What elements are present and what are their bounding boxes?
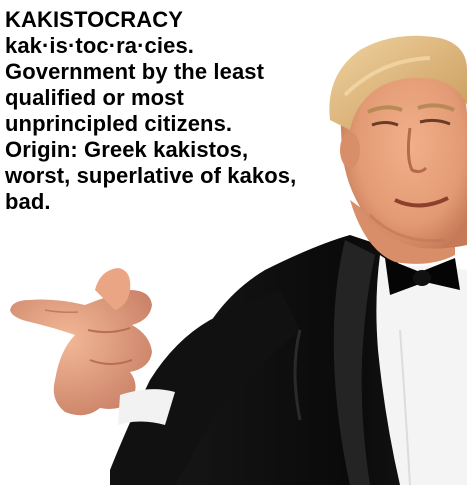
caption-syllabification: kak·is·toc·ra·cies.	[5, 33, 194, 58]
caption-headword: KAKISTOCRACY	[5, 7, 184, 32]
caption-origin-line-1: Origin: Greek kakistos,	[5, 137, 249, 162]
caption-definition-line-3: unprincipled citizens.	[5, 111, 233, 136]
definition-caption: KAKISTOCRACY kak·is·toc·ra·cies. Governm…	[5, 7, 345, 215]
caption-definition-line-2: qualified or most	[5, 85, 184, 110]
meme-image: KAKISTOCRACY kak·is·toc·ra·cies. Governm…	[0, 0, 467, 485]
caption-origin-line-3: bad.	[5, 189, 51, 214]
caption-definition-line-1: Government by the least	[5, 59, 265, 84]
shirt-cuff	[118, 389, 175, 425]
caption-origin-line-2: worst, superlative of kakos,	[5, 163, 297, 188]
